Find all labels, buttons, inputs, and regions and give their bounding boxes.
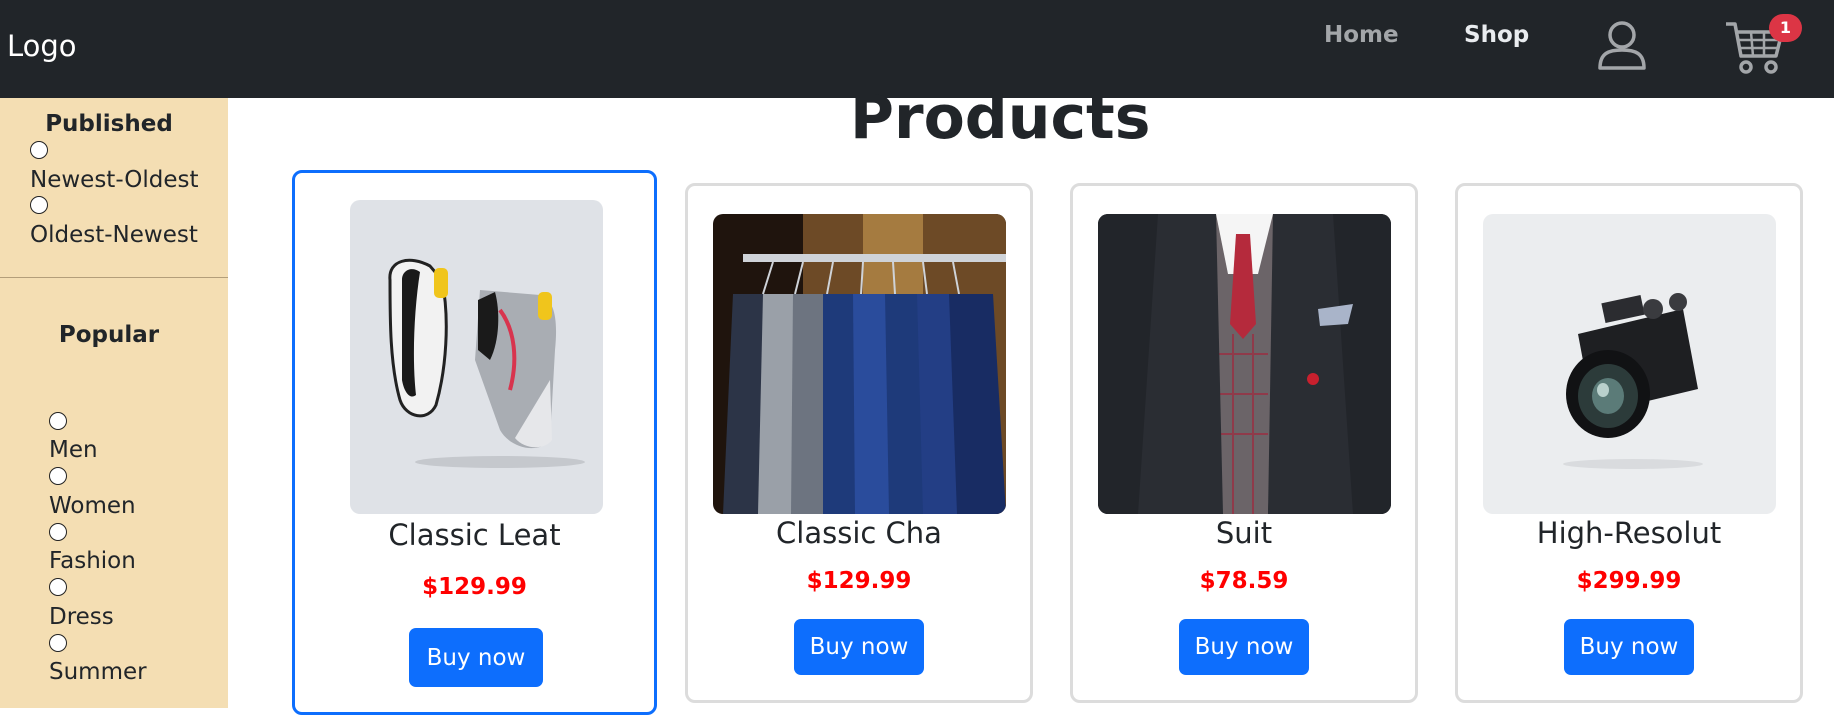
- published-heading: Published: [45, 111, 173, 137]
- product-price: $129.99: [422, 574, 527, 600]
- product-image-suits-on-rack[interactable]: [713, 214, 1006, 514]
- radio-label-newest-oldest: Newest-Oldest: [30, 167, 199, 193]
- radio-label-men: Men: [49, 437, 98, 463]
- logo[interactable]: Logo: [7, 29, 77, 63]
- product-name: Classic Cha: [776, 516, 942, 550]
- product-price: $129.99: [806, 568, 912, 594]
- product-image-suit-jacket[interactable]: [1098, 214, 1391, 514]
- product-image-camera[interactable]: [1483, 214, 1776, 514]
- nav-link-home[interactable]: Home: [1324, 20, 1399, 50]
- radio-oldest-newest[interactable]: [30, 196, 48, 214]
- radio-label-summer: Summer: [49, 659, 147, 685]
- popular-heading: Popular: [58, 322, 160, 348]
- radio-dress[interactable]: [49, 578, 67, 596]
- product-image-sneakers[interactable]: [350, 200, 603, 514]
- radio-summer[interactable]: [49, 634, 67, 652]
- radio-men[interactable]: [49, 412, 67, 430]
- sidebar-divider: [0, 277, 228, 278]
- radio-label-women: Women: [49, 493, 136, 519]
- page-title: Products: [850, 83, 1151, 153]
- filter-sidebar: Published Newest-Oldest Oldest-Newest Po…: [0, 98, 228, 708]
- product-name: Classic Leat: [388, 518, 561, 552]
- product-card-suit[interactable]: Suit $78.59 Buy now: [1070, 183, 1418, 703]
- product-name: High-Resolut: [1536, 516, 1722, 550]
- product-card-classic-leat[interactable]: Classic Leat $129.99 Buy now: [292, 170, 657, 715]
- buy-now-button[interactable]: Buy now: [409, 628, 543, 687]
- product-card-classic-cha[interactable]: Classic Cha $129.99 Buy now: [685, 183, 1033, 703]
- buy-now-button[interactable]: Buy now: [794, 619, 924, 675]
- radio-label-oldest-newest: Oldest-Newest: [30, 222, 198, 248]
- radio-newest-oldest[interactable]: [30, 141, 48, 159]
- buy-now-button[interactable]: Buy now: [1179, 619, 1309, 675]
- user-icon[interactable]: [1596, 20, 1648, 72]
- nav-link-shop[interactable]: Shop: [1464, 20, 1529, 50]
- product-price: $78.59: [1199, 568, 1289, 594]
- radio-label-dress: Dress: [49, 604, 114, 630]
- radio-fashion[interactable]: [49, 523, 67, 541]
- product-card-high-resolut[interactable]: High-Resolut $299.99 Buy now: [1455, 183, 1803, 703]
- product-name: Suit: [1215, 516, 1273, 550]
- cart-count-badge: 1: [1769, 14, 1802, 42]
- radio-women[interactable]: [49, 467, 67, 485]
- radio-label-fashion: Fashion: [49, 548, 136, 574]
- product-price: $299.99: [1576, 568, 1682, 594]
- buy-now-button[interactable]: Buy now: [1564, 619, 1694, 675]
